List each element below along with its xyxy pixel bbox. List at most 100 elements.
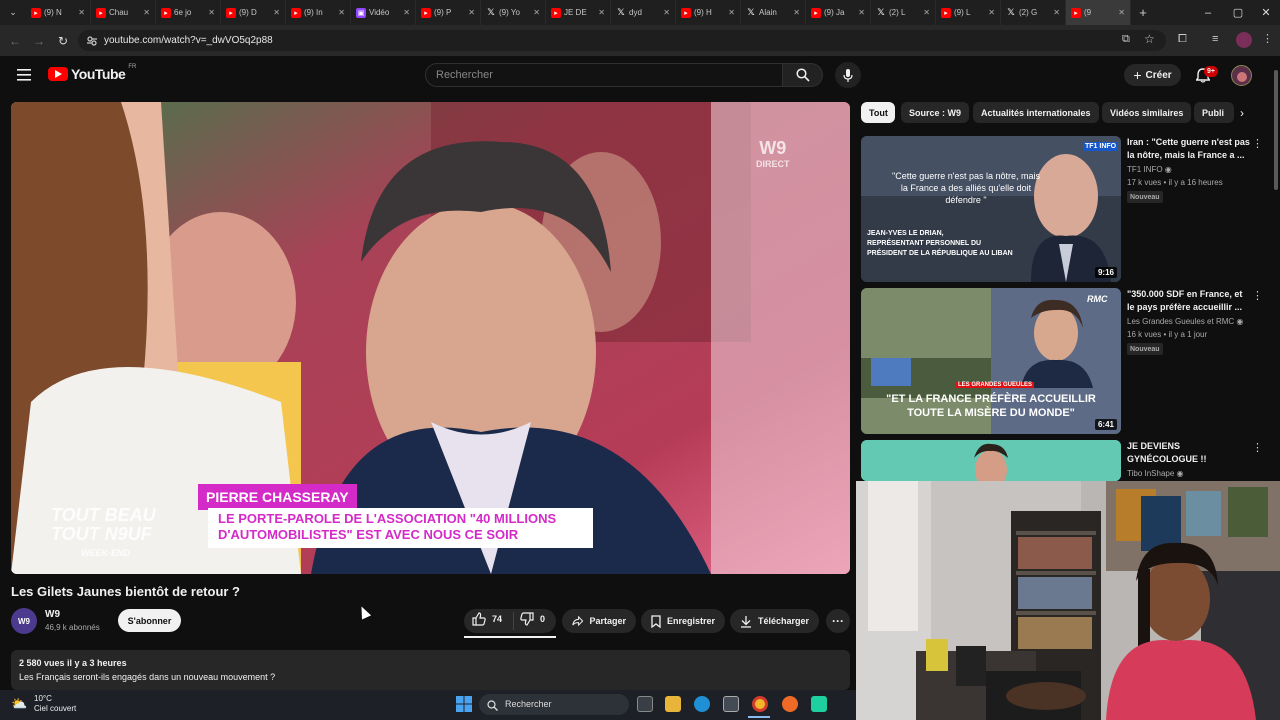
- dislike-button[interactable]: 0: [520, 612, 545, 626]
- tab-close-icon[interactable]: ✕: [1053, 8, 1060, 17]
- recommendation-thumbnail[interactable]: TF1 INFO "Cette guerre n'est pas la nôtr…: [861, 136, 1121, 282]
- subscribe-button[interactable]: S'abonner: [118, 609, 181, 632]
- search-button[interactable]: [783, 63, 823, 87]
- site-info-icon[interactable]: [86, 34, 98, 46]
- file-explorer-icon[interactable]: [665, 696, 681, 712]
- new-tab-button[interactable]: +: [1131, 5, 1155, 20]
- extensions-icon[interactable]: ⧠: [1178, 33, 1187, 46]
- browser-tab[interactable]: ▸ 6e jo ✕: [156, 0, 221, 25]
- browser-tab[interactable]: 𝕏 (2) G ✕: [1001, 0, 1066, 25]
- browser-tab[interactable]: ▸ (9 ✕: [1066, 0, 1131, 25]
- task-view-icon[interactable]: [637, 696, 653, 712]
- more-vertical-icon[interactable]: ⋮: [1252, 137, 1263, 150]
- save-button[interactable]: Enregistrer: [641, 609, 725, 633]
- chip-all[interactable]: Tout: [861, 102, 895, 123]
- tab-close-icon[interactable]: ✕: [728, 8, 735, 17]
- recommendation-title[interactable]: Iran : "Cette guerre n'est pas la nôtre,…: [1127, 136, 1252, 162]
- tab-close-icon[interactable]: ✕: [793, 8, 800, 17]
- youtube-logo[interactable]: YouTube FR: [48, 64, 136, 82]
- chip-similar-videos[interactable]: Vidéos similaires: [1102, 102, 1192, 123]
- recommendation-title[interactable]: JE DEVIENS GYNÉCOLOGUE !!: [1127, 440, 1252, 466]
- chrome-icon[interactable]: [752, 696, 768, 712]
- browser-tab[interactable]: ▸ (9) In ✕: [286, 0, 351, 25]
- browser-tab[interactable]: 𝕏 (2) L ✕: [871, 0, 936, 25]
- video-player[interactable]: W9 DIRECT TOUT BEAU TOUT N9UF WEEK-END P…: [11, 102, 850, 574]
- tab-close-icon[interactable]: ✕: [533, 8, 540, 17]
- taskbar-search[interactable]: [479, 694, 629, 715]
- recommendation-thumbnail[interactable]: RMC LES GRANDES GUEULES "ET LA FRANCE PR…: [861, 288, 1121, 434]
- browser-tab[interactable]: ▣ Vidéo ✕: [351, 0, 416, 25]
- browser-tab[interactable]: 𝕏dyd ✕: [611, 0, 676, 25]
- create-button[interactable]: + Créer: [1124, 64, 1181, 86]
- edge-browser-icon[interactable]: [694, 696, 710, 712]
- browser-tab[interactable]: ▸ (9) D ✕: [221, 0, 286, 25]
- tab-close-icon[interactable]: ✕: [1118, 8, 1125, 17]
- recommendation-channel[interactable]: Tibo InShape ◉: [1127, 469, 1184, 478]
- tab-close-icon[interactable]: ✕: [858, 8, 865, 17]
- tab-title: Vidéo: [369, 8, 390, 17]
- profile-avatar[interactable]: [1236, 32, 1252, 48]
- recommendation-thumbnail[interactable]: [861, 440, 1121, 481]
- minimize-icon[interactable]: –: [1192, 0, 1224, 25]
- browser-tab[interactable]: ▸ (9) Ja ✕: [806, 0, 871, 25]
- chip-published[interactable]: Publi: [1194, 102, 1234, 123]
- recommendation-title[interactable]: "350.000 SDF en France, et le pays préfè…: [1127, 288, 1252, 314]
- back-icon[interactable]: ←: [7, 33, 23, 49]
- chevron-right-icon[interactable]: ›: [1240, 106, 1244, 120]
- browser-tab[interactable]: ▸ (9) P ✕: [416, 0, 481, 25]
- recommendation-channel[interactable]: Les Grandes Gueules et RMC ◉: [1127, 317, 1243, 326]
- tab-close-icon[interactable]: ✕: [143, 8, 150, 17]
- voice-search-button[interactable]: [835, 62, 861, 88]
- cast-icon[interactable]: ⧉: [1122, 33, 1130, 46]
- firefox-icon[interactable]: [782, 696, 798, 712]
- weather-icon[interactable]: ⛅: [11, 696, 27, 712]
- channel-avatar[interactable]: W9: [11, 608, 37, 634]
- more-vertical-icon[interactable]: ⋮: [1252, 441, 1263, 454]
- forward-icon[interactable]: →: [31, 33, 47, 49]
- windows-start-icon[interactable]: [456, 696, 472, 717]
- browser-tab[interactable]: 𝕏 Alain ✕: [741, 0, 806, 25]
- chip-international-news[interactable]: Actualités internationales: [973, 102, 1099, 123]
- tab-search-chevron-icon[interactable]: ⌄: [0, 0, 26, 25]
- page-scrollbar[interactable]: [1274, 70, 1278, 190]
- tab-close-icon[interactable]: ✕: [338, 8, 345, 17]
- browser-tab[interactable]: ▸ Chau ✕: [91, 0, 156, 25]
- hamburger-menu-icon[interactable]: [17, 68, 31, 86]
- browser-tab[interactable]: ▸ JE DE ✕: [546, 0, 611, 25]
- tab-close-icon[interactable]: ✕: [78, 8, 85, 17]
- weather-widget[interactable]: 10°C Ciel couvert: [34, 694, 76, 714]
- tab-close-icon[interactable]: ✕: [923, 8, 930, 17]
- browser-tab[interactable]: ▸ (9) N ✕: [26, 0, 91, 25]
- like-button[interactable]: 74: [472, 612, 502, 626]
- tab-close-icon[interactable]: ✕: [598, 8, 605, 17]
- share-button[interactable]: Partager: [562, 609, 636, 633]
- recommendation-channel[interactable]: TF1 INFO ◉: [1127, 165, 1172, 174]
- youtube-icon: ▸: [31, 7, 41, 18]
- share-icon: [572, 615, 584, 627]
- browser-menu-icon[interactable]: ⋮: [1262, 32, 1273, 45]
- browser-tab[interactable]: 𝕏 (9) Yo ✕: [481, 0, 546, 25]
- tab-close-icon[interactable]: ✕: [468, 8, 475, 17]
- more-actions-button[interactable]: ···: [826, 609, 850, 633]
- more-vertical-icon[interactable]: ⋮: [1252, 289, 1263, 302]
- browser-tab[interactable]: ▸ (9) H ✕: [676, 0, 741, 25]
- reload-icon[interactable]: ↻: [55, 33, 71, 49]
- download-button[interactable]: Télécharger: [730, 609, 819, 633]
- close-window-icon[interactable]: ✕: [1250, 0, 1280, 25]
- channel-name[interactable]: W9: [45, 609, 60, 620]
- tab-close-icon[interactable]: ✕: [403, 8, 410, 17]
- media-control-icon[interactable]: ≡: [1212, 33, 1218, 45]
- description-box[interactable]: [11, 650, 850, 690]
- browser-tab[interactable]: ▸ (9) L ✕: [936, 0, 1001, 25]
- store-icon[interactable]: [723, 696, 739, 712]
- youtube-logo-text: YouTube: [71, 66, 126, 82]
- chip-source[interactable]: Source : W9: [901, 102, 970, 123]
- tab-close-icon[interactable]: ✕: [988, 8, 995, 17]
- tab-close-icon[interactable]: ✕: [273, 8, 280, 17]
- bookmark-star-icon[interactable]: ☆: [1144, 32, 1155, 46]
- account-avatar[interactable]: [1231, 65, 1252, 86]
- youtube-icon: ▸: [941, 7, 951, 18]
- app-icon[interactable]: [811, 696, 827, 712]
- tab-close-icon[interactable]: ✕: [208, 8, 215, 17]
- tab-close-icon[interactable]: ✕: [663, 8, 670, 17]
